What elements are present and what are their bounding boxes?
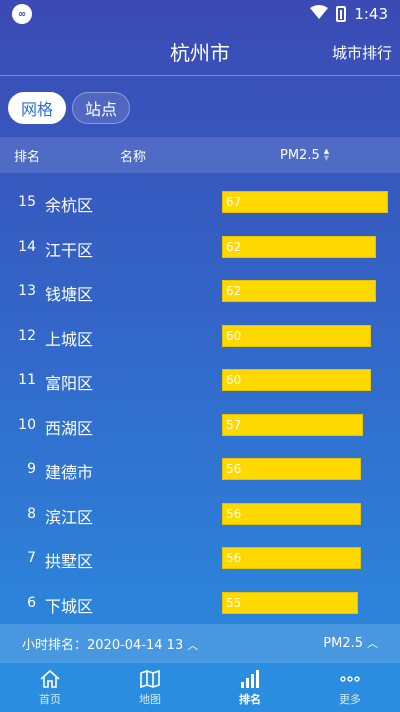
row-name: 滨江区 <box>45 507 94 527</box>
grid-tab[interactable]: 网格 <box>8 92 67 124</box>
row-rank: 6 <box>27 594 36 611</box>
row-name: 拱墅区 <box>45 552 94 571</box>
ranking-row[interactable]: 10 西湖区 57 <box>0 403 400 448</box>
ranking-icon <box>239 669 261 689</box>
pm25-bar: 56 <box>222 547 361 569</box>
row-rank: 12 <box>18 327 36 344</box>
pm25-header-label: PM2.5 <box>280 147 320 163</box>
bottom-nav: 首页 地图 排名 更多 <box>0 662 400 712</box>
info-bar: 小时排名：2020-04-14 13 ︿ PM2.5 ︿ <box>0 624 400 662</box>
nav-more[interactable]: 更多 <box>300 663 400 712</box>
view-toggle: 网格 站点 <box>8 92 131 124</box>
pm25-column-header[interactable]: PM2.5 ▲ ▼ <box>280 148 329 163</box>
row-rank: 13 <box>18 283 36 299</box>
pm25-value: 60 <box>226 328 242 343</box>
status-bar: ∞ 1:43 <box>0 0 400 28</box>
row-name: 建德市 <box>45 463 94 482</box>
status-right: 1:43 <box>310 5 388 23</box>
ranking-row[interactable]: 15 余杭区 67 <box>0 180 400 225</box>
pm25-value: 57 <box>226 417 242 432</box>
nav-map-label: 地图 <box>139 692 161 706</box>
wifi-icon <box>310 5 329 23</box>
row-name: 富阳区 <box>45 374 94 393</box>
row-name: 钱塘区 <box>45 285 94 304</box>
battery-icon <box>336 6 347 22</box>
row-name: 上城区 <box>45 329 94 349</box>
status-left: ∞ <box>12 4 32 24</box>
ranking-row[interactable]: 7 拱墅区 56 <box>0 536 400 581</box>
pm25-value: 56 <box>226 462 242 476</box>
map-icon <box>139 669 161 689</box>
row-name: 下城区 <box>45 596 94 616</box>
pm25-bar: 62 <box>222 280 376 302</box>
pm25-value: 56 <box>226 506 242 521</box>
pm25-value: 55 <box>226 595 242 610</box>
row-rank: 11 <box>18 372 36 388</box>
status-time: 1:43 <box>354 5 388 23</box>
pm25-bar: 62 <box>222 235 376 258</box>
row-rank: 10 <box>18 416 36 433</box>
metric-selector[interactable]: PM2.5 ︿ <box>323 635 378 651</box>
ranking-row[interactable]: 6 下城区 55 <box>0 581 400 626</box>
row-rank: 7 <box>27 550 36 566</box>
ranking-row[interactable]: 9 建德市 56 <box>0 447 400 492</box>
ranking-row[interactable]: 12 上城区 60 <box>0 314 400 359</box>
chevron-up-icon: ︿ <box>367 637 378 650</box>
more-icon <box>339 669 361 689</box>
pm25-bar: 56 <box>222 502 361 525</box>
row-rank: 15 <box>18 194 36 210</box>
hourly-ranking-label: 小时排名：2020-04-14 13 <box>22 637 184 653</box>
ranking-row[interactable]: 14 江干区 62 <box>0 225 400 270</box>
row-name: 余杭区 <box>45 196 94 215</box>
station-tab[interactable]: 站点 <box>72 92 131 124</box>
pm25-bar: 60 <box>222 324 371 347</box>
ranking-row[interactable]: 11 富阳区 60 <box>0 358 400 403</box>
sort-icon[interactable]: ▲ ▼ <box>324 148 329 162</box>
chevron-up-icon: ︿ <box>187 638 199 652</box>
table-header: 排名 名称 PM2.5 ▲ ▼ <box>0 137 400 173</box>
row-rank: 8 <box>27 505 36 522</box>
metric-label: PM2.5 <box>323 636 363 651</box>
ranking-row[interactable]: 8 滨江区 56 <box>0 492 400 537</box>
nav-home[interactable]: 首页 <box>0 663 100 712</box>
ranking-list: 15 余杭区 67 14 江干区 62 13 钱塘区 62 12 上城区 60 11 富阳区 60 … <box>0 180 400 625</box>
nav-home-label: 首页 <box>39 692 61 706</box>
app-logo-icon: ∞ <box>12 4 32 24</box>
title-bar: 杭州市 城市排行 <box>0 28 400 76</box>
pm25-bar: 56 <box>222 458 361 480</box>
pm25-value: 67 <box>226 195 242 209</box>
pm25-bar: 57 <box>222 413 364 436</box>
hourly-ranking-selector[interactable]: 小时排名：2020-04-14 13 ︿ <box>22 634 198 653</box>
nav-ranking-label: 排名 <box>239 692 261 706</box>
pm25-value: 62 <box>226 239 242 254</box>
row-rank: 9 <box>27 461 36 477</box>
nav-more-label: 更多 <box>339 692 361 706</box>
row-name: 江干区 <box>45 240 94 260</box>
row-rank: 14 <box>18 238 36 255</box>
name-column-header: 名称 <box>120 149 147 165</box>
ranking-row[interactable]: 13 钱塘区 62 <box>0 269 400 314</box>
pm25-value: 56 <box>226 551 242 565</box>
nav-ranking[interactable]: 排名 <box>200 663 300 712</box>
home-icon <box>39 669 61 689</box>
pm25-value: 62 <box>226 284 242 298</box>
rank-column-header: 排名 <box>14 149 41 165</box>
pm25-bar: 55 <box>222 591 359 614</box>
pm25-bar: 67 <box>222 191 388 213</box>
nav-map[interactable]: 地图 <box>100 663 200 712</box>
page-title: 杭州市 <box>170 41 230 65</box>
city-ranking-button[interactable]: 城市排行 <box>332 42 392 63</box>
row-name: 西湖区 <box>45 418 94 438</box>
pm25-value: 60 <box>226 373 242 387</box>
pm25-bar: 60 <box>222 369 371 391</box>
